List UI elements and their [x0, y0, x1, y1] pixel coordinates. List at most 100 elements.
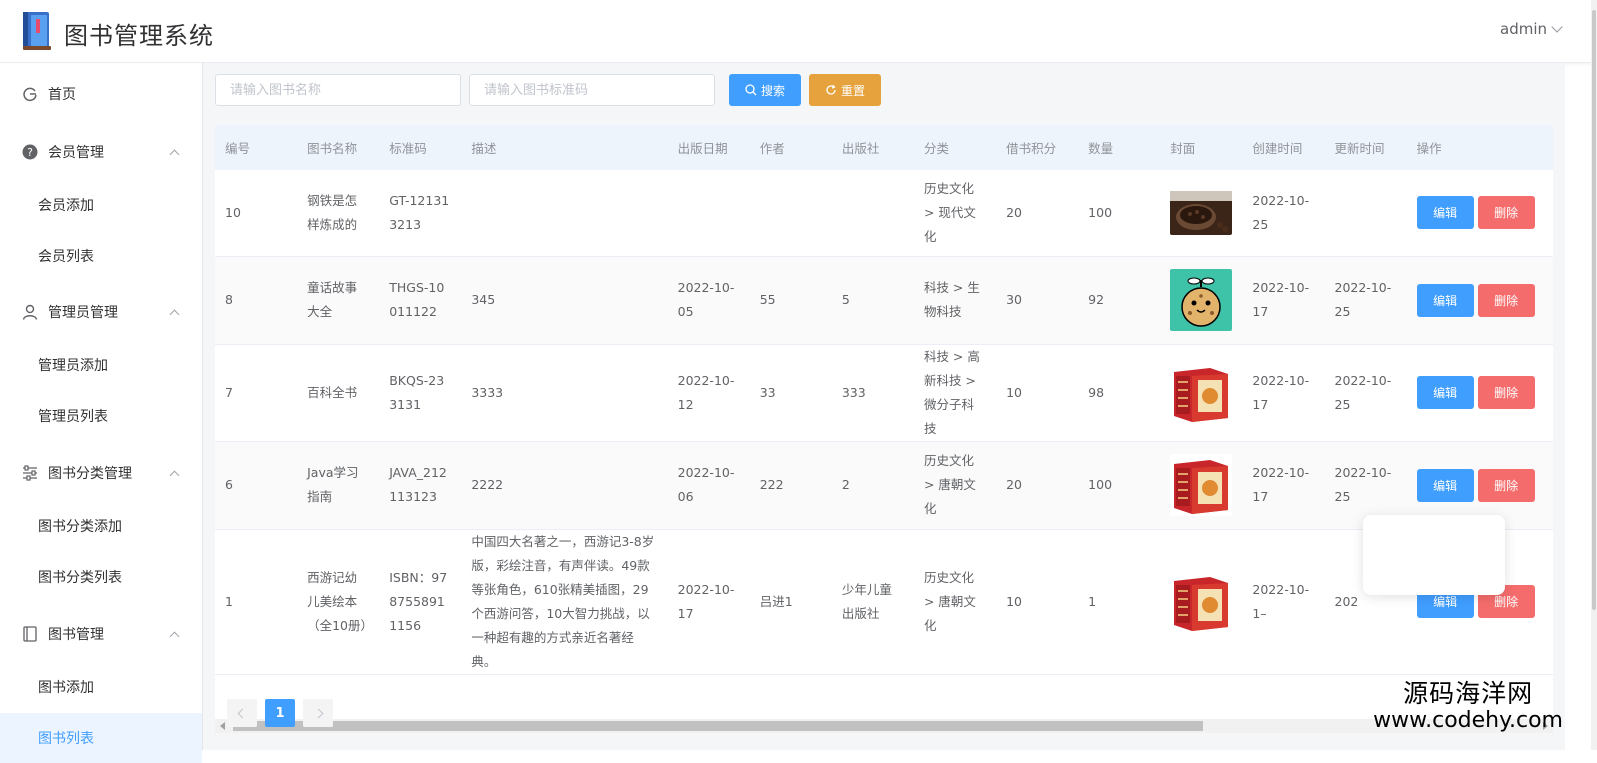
- sidebar-group-book[interactable]: 图书管理: [0, 609, 202, 659]
- sidebar-item-label: 首页: [48, 87, 76, 103]
- sidebar-item-book-add[interactable]: 图书添加: [0, 662, 202, 712]
- cell-pub-date: 2022-10-17: [667, 529, 750, 675]
- table-horizontal-scrollbar[interactable]: [215, 719, 1553, 733]
- next-page-button[interactable]: [303, 699, 333, 727]
- sidebar-item-home[interactable]: 首页: [0, 69, 202, 119]
- sidebar-item-label: 图书列表: [38, 731, 94, 747]
- cell-code: BKQS-233131: [379, 344, 462, 442]
- cell-score: 20: [996, 170, 1079, 257]
- scrollbar-thumb[interactable]: [233, 721, 1203, 731]
- edit-button[interactable]: 编辑: [1416, 376, 1474, 409]
- cell-category: 科技 > 高新科技 > 微分子科技: [913, 344, 997, 442]
- coffee-beans-cover[interactable]: [1170, 190, 1233, 235]
- user-icon: [22, 304, 38, 320]
- cell-created: 2022-10-25: [1242, 170, 1325, 257]
- sidebar-item-admin-add[interactable]: 管理员添加: [0, 340, 202, 390]
- sliders-icon: [22, 465, 38, 481]
- sidebar-item-category-add[interactable]: 图书分类添加: [0, 501, 202, 551]
- cell-publisher: 少年儿童出版社: [831, 529, 914, 675]
- refresh-icon: [826, 84, 836, 95]
- cell-category: 历史文化 > 唐朝文化: [913, 441, 997, 530]
- sidebar-item-label: 会员添加: [38, 198, 94, 214]
- cell-count: 92: [1078, 256, 1161, 345]
- page-scrollbar[interactable]: [1591, 0, 1597, 750]
- cell-cover: [1160, 344, 1243, 442]
- cell-actions: 编辑 删除: [1406, 170, 1553, 257]
- reset-button[interactable]: 重置: [809, 74, 882, 106]
- cell-name: 钢铁是怎样炼成的: [297, 170, 380, 257]
- sidebar-group-admin[interactable]: 管理员管理: [0, 287, 202, 337]
- column-header: 出版日期: [677, 141, 728, 156]
- home-icon: [22, 86, 38, 102]
- cell-code: GT-121313213: [379, 170, 462, 257]
- search-button-label: 搜索: [761, 83, 786, 98]
- edit-button[interactable]: 编辑: [1416, 283, 1474, 317]
- book-logo-icon: [23, 12, 51, 50]
- blank-popup: [1363, 515, 1505, 595]
- cell-category: 科技 > 生物科技: [913, 256, 997, 345]
- user-dropdown[interactable]: admin: [1500, 20, 1563, 38]
- cookie-cartoon-cover[interactable]: [1170, 269, 1233, 331]
- cell-updated: 2022-10-25: [1324, 256, 1407, 345]
- chevron-right-icon: [313, 708, 323, 718]
- delete-button[interactable]: 删除: [1477, 196, 1535, 230]
- watermark-cn: 源码海洋网: [1403, 679, 1534, 708]
- journey-west-box-cover[interactable]: [1170, 361, 1233, 424]
- journey-west-box-cover[interactable]: [1170, 570, 1233, 633]
- cell-id: 10: [215, 170, 298, 257]
- cell-count: 1: [1078, 529, 1161, 675]
- chevron-down-icon: [1551, 21, 1563, 33]
- reset-button-label: 重置: [841, 83, 866, 98]
- cell-cover: [1160, 256, 1243, 345]
- edit-button[interactable]: 编辑: [1416, 468, 1474, 502]
- cell-author: [749, 170, 832, 257]
- search-icon: [745, 84, 757, 96]
- cell-created: 2022-10-17: [1242, 256, 1325, 345]
- sidebar-item-admin-list[interactable]: 管理员列表: [0, 391, 202, 441]
- column-header: 分类: [923, 141, 949, 156]
- cell-score: 10: [996, 529, 1079, 675]
- prev-page-button[interactable]: [227, 699, 257, 727]
- table-header-row: 编号 图书名称 标准码 描述 出版日期 作者 出版社 分类 借书积分 数量 封面…: [215, 125, 1553, 170]
- delete-button[interactable]: 删除: [1477, 283, 1535, 317]
- book-name-input[interactable]: [215, 74, 461, 106]
- cell-cover: [1160, 441, 1243, 530]
- cell-updated: [1324, 170, 1407, 257]
- cell-score: 30: [996, 256, 1079, 345]
- sidebar-group-label: 会员管理: [48, 145, 104, 161]
- sidebar-group-label: 图书分类管理: [48, 466, 132, 482]
- cell-desc: 中国四大名著之一，西游记3-8岁版，彩绘注音，有声伴读。49款等张角色，610张…: [461, 529, 668, 675]
- sidebar-item-category-list[interactable]: 图书分类列表: [0, 552, 202, 602]
- watermark-en: www.codehy.com: [1373, 708, 1563, 733]
- column-header: 作者: [759, 141, 785, 156]
- cell-name: 童话故事大全: [297, 256, 380, 345]
- search-bar: 搜索 重置: [215, 73, 882, 107]
- sidebar-group-category[interactable]: 图书分类管理: [0, 448, 202, 498]
- cell-publisher: 2: [831, 441, 914, 530]
- journey-west-box-cover[interactable]: [1170, 454, 1233, 516]
- cell-desc: [461, 170, 668, 257]
- scroll-left-icon[interactable]: [220, 722, 225, 730]
- sidebar-item-book-list[interactable]: 图书列表: [0, 713, 202, 763]
- column-header: 更新时间: [1334, 141, 1385, 156]
- cell-pub-date: 2022-10-05: [667, 256, 750, 345]
- cell-code: JAVA_212113123: [379, 441, 462, 530]
- question-circle-icon: ?: [22, 144, 38, 160]
- book-code-input[interactable]: [469, 74, 715, 106]
- delete-button[interactable]: 删除: [1477, 376, 1535, 409]
- sidebar-item-member-list[interactable]: 会员列表: [0, 231, 202, 281]
- column-header: 数量: [1088, 141, 1114, 156]
- cell-updated: 2022-10-25: [1324, 344, 1407, 442]
- cell-author: 222: [749, 441, 832, 530]
- cell-author: 55: [749, 256, 832, 345]
- sidebar-group-member[interactable]: ? 会员管理: [0, 127, 202, 177]
- sidebar-item-member-add[interactable]: 会员添加: [0, 180, 202, 230]
- edit-button[interactable]: 编辑: [1416, 196, 1474, 230]
- table-row: 1 西游记幼儿美绘本（全10册） ISBN：9787558911156 中国四大…: [215, 529, 1553, 675]
- table-row: 7 百科全书 BKQS-233131 3333 2022-10-12 33 33…: [215, 344, 1553, 442]
- cell-category: 历史文化 > 现代文化: [913, 170, 997, 257]
- page-number-button[interactable]: 1: [265, 699, 295, 727]
- delete-button[interactable]: 删除: [1477, 468, 1535, 502]
- search-button[interactable]: 搜索: [729, 74, 802, 106]
- cell-count: 100: [1078, 441, 1161, 530]
